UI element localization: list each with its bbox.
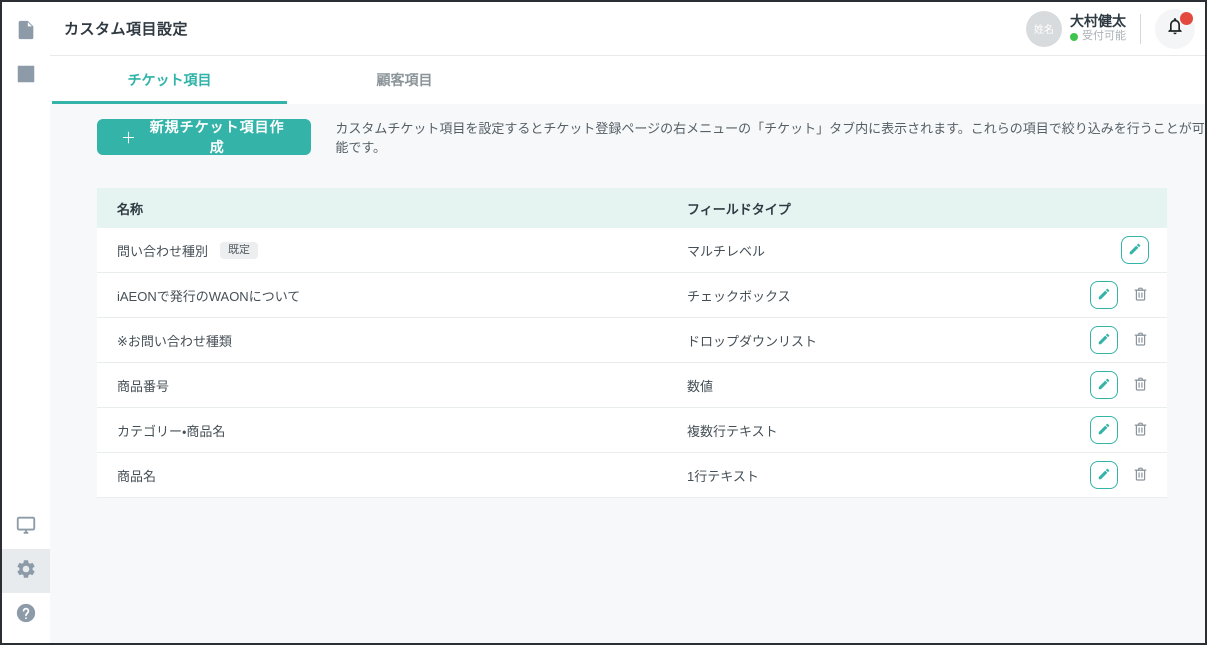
sidebar-item-monitor[interactable] [2,505,50,549]
row-actions [1017,326,1167,354]
table-row: 問い合わせ種別 既定 マルチレベル [97,228,1167,273]
user-info[interactable]: 大村健太 受付可能 [1070,13,1126,44]
top-header: カスタム項目設定 姓名 大村健太 受付可能 [50,2,1205,56]
tab-bar: チケット項目 顧客項目 [50,56,1205,104]
delete-field-button[interactable] [1132,465,1149,486]
edit-field-button[interactable] [1090,371,1118,399]
row-actions [1017,416,1167,444]
sidebar-item-help[interactable] [2,593,50,637]
table-row: 商品名 1行テキスト [97,453,1167,498]
field-name: カテゴリー・商品名 [117,421,225,440]
delete-field-button[interactable] [1132,285,1149,306]
table-body: 問い合わせ種別 既定 マルチレベル iAEONで発行のWAONについて チェック… [97,228,1167,498]
edit-field-button[interactable] [1121,236,1149,264]
help-icon [15,602,37,629]
column-header-name: 名称 [97,199,687,218]
create-button-label: 新規チケット項目作成 [147,117,287,157]
trash-icon [1132,285,1149,306]
row-actions [1017,461,1167,489]
user-status: 受付可能 [1070,30,1126,44]
status-dot-icon [1070,33,1078,41]
toolbar-row: ＋ 新規チケット項目作成 カスタムチケット項目を設定するとチケット登録ページの右… [97,118,1205,156]
create-ticket-field-button[interactable]: ＋ 新規チケット項目作成 [97,119,311,155]
pencil-icon [1097,377,1111,394]
sidebar-item-reports[interactable] [2,54,50,98]
edit-field-button[interactable] [1090,416,1118,444]
notification-button[interactable] [1155,9,1195,49]
header-divider [1140,14,1141,44]
default-badge: 既定 [220,242,258,259]
delete-field-button[interactable] [1132,375,1149,396]
field-type-cell: 複数行テキスト [687,421,1017,440]
field-name: 問い合わせ種別 [117,241,208,260]
toolbar-description: カスタムチケット項目を設定するとチケット登録ページの右メニューの「チケット」タブ… [335,118,1205,156]
avatar[interactable]: 姓名 [1026,11,1062,47]
table-row: ※お問い合わせ種類 ドロップダウンリスト [97,318,1167,363]
field-name-cell: 問い合わせ種別 既定 [97,241,687,260]
field-type-cell: チェックボックス [687,286,1017,305]
row-actions [1017,281,1167,309]
trash-icon [1132,465,1149,486]
pencil-icon [1097,467,1111,484]
monitor-icon [15,514,37,541]
notification-badge [1180,12,1193,25]
content-area: ＋ 新規チケット項目作成 カスタムチケット項目を設定するとチケット登録ページの右… [50,104,1205,643]
status-label: 受付可能 [1082,30,1126,44]
field-name-cell: カテゴリー・商品名 [97,421,687,440]
edit-field-button[interactable] [1090,326,1118,354]
pencil-icon [1097,422,1111,439]
field-name: 商品名 [117,466,156,485]
field-name-cell: 商品名 [97,466,687,485]
main-column: カスタム項目設定 姓名 大村健太 受付可能 [50,2,1205,643]
sidebar-spacer [2,98,50,505]
row-actions [1017,371,1167,399]
sidebar-item-documents[interactable] [2,10,50,54]
field-name-cell: iAEONで発行のWAONについて [97,286,687,305]
column-header-type: フィールドタイプ [687,199,1017,218]
pencil-icon [1128,242,1142,259]
field-type-cell: 1行テキスト [687,466,1017,485]
row-actions [1017,236,1167,264]
table-row: 商品番号 数値 [97,363,1167,408]
pencil-icon [1097,332,1111,349]
trash-icon [1132,375,1149,396]
field-name: iAEONで発行のWAONについて [117,286,300,305]
trash-icon [1132,420,1149,441]
table-row: iAEONで発行のWAONについて チェックボックス [97,273,1167,318]
field-type-cell: マルチレベル [687,241,1017,260]
field-name-cell: ※お問い合わせ種類 [97,331,687,350]
app-window: カスタム項目設定 姓名 大村健太 受付可能 [0,0,1207,645]
gear-icon [15,558,37,585]
delete-field-button[interactable] [1132,330,1149,351]
bar-chart-icon [15,63,37,90]
user-name: 大村健太 [1070,13,1126,31]
header-right: 姓名 大村健太 受付可能 [1026,9,1195,49]
pencil-icon [1097,287,1111,304]
trash-icon [1132,330,1149,351]
delete-field-button[interactable] [1132,420,1149,441]
document-icon [15,19,37,46]
field-type-cell: 数値 [687,376,1017,395]
sidebar [2,2,50,643]
plus-icon: ＋ [121,127,137,148]
table-header-row: 名称 フィールドタイプ [97,188,1167,228]
table-row: カテゴリー・商品名 複数行テキスト [97,408,1167,453]
field-name-cell: 商品番号 [97,376,687,395]
custom-fields-table: 名称 フィールドタイプ 問い合わせ種別 既定 マルチレベル [97,188,1167,498]
tab-ticket-fields[interactable]: チケット項目 [52,56,287,104]
tab-customer-fields[interactable]: 顧客項目 [287,56,522,104]
sidebar-item-settings[interactable] [2,549,50,593]
edit-field-button[interactable] [1090,281,1118,309]
page-title: カスタム項目設定 [64,18,188,39]
edit-field-button[interactable] [1090,461,1118,489]
field-name: 商品番号 [117,376,169,395]
field-name: ※お問い合わせ種類 [117,331,232,350]
field-type-cell: ドロップダウンリスト [687,331,1017,350]
